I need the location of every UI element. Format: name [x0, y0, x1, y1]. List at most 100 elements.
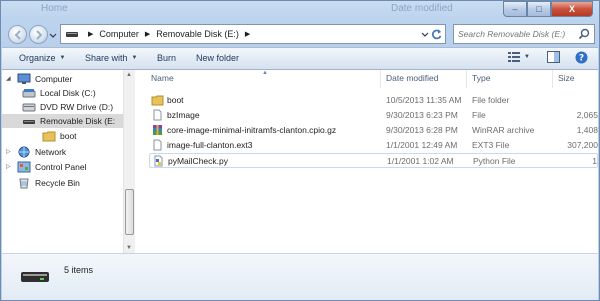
share-with-label: Share with	[85, 53, 128, 63]
nav-label: boot	[60, 131, 77, 141]
address-dropdown-icon[interactable]	[421, 30, 429, 38]
file-icon	[153, 109, 162, 121]
nav-label: Computer	[35, 74, 73, 84]
maximize-button[interactable]: □	[527, 1, 551, 17]
nav-item-local-disk[interactable]: Local Disk (C:)	[22, 86, 96, 100]
explorer-window: Home Date modified – □ X ▶ Computer ▶ Re…	[0, 0, 600, 301]
nav-label: Removable Disk (E:	[40, 116, 116, 126]
search-icon[interactable]	[578, 28, 590, 40]
nav-item-dvd-drive[interactable]: DVD RW Drive (D:)	[22, 100, 113, 114]
file-size: 307,200	[567, 140, 598, 150]
organize-label: Organize	[19, 53, 56, 63]
scrollbar-thumb[interactable]	[125, 189, 134, 235]
column-header-size[interactable]: Size	[558, 73, 575, 83]
column-divider[interactable]	[552, 70, 553, 88]
file-name: boot	[167, 95, 184, 105]
file-name: core-image-minimal-initramfs-clanton.cpi…	[167, 125, 337, 135]
column-header-name[interactable]: Name	[151, 73, 174, 83]
file-date: 10/5/2013 11:35 AM	[386, 95, 462, 105]
nav-label: Control Panel	[35, 162, 87, 172]
file-name: bzImage	[167, 110, 200, 120]
change-view-button[interactable]: ▼	[507, 51, 530, 63]
background-title-right: Date modified	[391, 3, 453, 14]
file-row[interactable]: bzImage 9/30/2013 6:23 PM File 2,065	[149, 108, 598, 123]
preview-pane-icon	[547, 51, 560, 63]
file-row[interactable]: boot 10/5/2013 11:35 AM File folder	[149, 93, 598, 108]
file-size: 1	[592, 156, 597, 166]
file-type: File	[472, 110, 486, 120]
sort-ascending-icon: ▲	[262, 70, 268, 76]
folder-icon	[151, 95, 164, 106]
view-dropdown-arrow-icon: ▼	[524, 54, 530, 60]
forward-button[interactable]	[29, 25, 48, 44]
file-date: 1/1/2001 12:49 AM	[386, 140, 458, 150]
new-folder-button[interactable]: New folder	[196, 53, 239, 63]
organize-button[interactable]: Organize ▼	[19, 53, 65, 63]
nav-item-computer[interactable]: ◢ Computer	[6, 72, 72, 86]
breadcrumb-chevron-icon[interactable]: ▶	[145, 30, 150, 38]
navigation-pane[interactable]: ◢ Computer Local Disk (C:) DVD RW Drive …	[2, 70, 123, 253]
dropdown-arrow-icon: ▼	[59, 55, 66, 61]
nav-item-recycle-bin[interactable]: Recycle Bin	[6, 176, 80, 190]
details-pane: 5 items	[2, 253, 598, 300]
item-count: 5 items	[64, 265, 94, 275]
file-list[interactable]: ▲ Name Date modified Type Size boot 10/5…	[136, 70, 598, 253]
recent-pages-chevron-icon[interactable]	[49, 30, 57, 40]
breadcrumb-removable-disk[interactable]: Removable Disk (E:)	[155, 29, 240, 39]
search-input[interactable]	[458, 29, 578, 39]
preview-pane-button[interactable]	[547, 51, 560, 63]
hard-drive-icon	[22, 87, 36, 99]
file-date: 9/30/2013 6:23 PM	[386, 110, 458, 120]
view-list-icon	[508, 52, 520, 62]
file-name: pyMailCheck.py	[168, 156, 228, 166]
nav-item-control-panel[interactable]: ▷ Control Panel	[6, 160, 87, 174]
winrar-icon	[153, 125, 162, 135]
content-area: ◢ Computer Local Disk (C:) DVD RW Drive …	[2, 70, 598, 253]
expand-arrow-icon[interactable]: ▷	[6, 148, 11, 155]
file-size: 1,408	[576, 125, 598, 135]
column-header-date-modified[interactable]: Date modified	[386, 73, 438, 83]
minimize-button[interactable]: –	[503, 1, 527, 17]
refresh-icon[interactable]	[430, 28, 443, 41]
collapse-arrow-icon[interactable]: ◢	[6, 75, 11, 82]
help-button[interactable]: ?	[575, 51, 588, 64]
scroll-down-icon[interactable]: ▼	[126, 245, 132, 251]
navigation-scrollbar[interactable]: ▲ ▼	[123, 70, 135, 253]
nav-label: DVD RW Drive (D:)	[40, 102, 114, 112]
file-icon	[153, 139, 162, 151]
back-arrow-icon	[14, 30, 21, 40]
python-file-icon	[154, 155, 163, 167]
address-bar[interactable]: ▶ Computer ▶ Removable Disk (E:) ▶	[60, 24, 446, 44]
burn-label: Burn	[157, 53, 177, 63]
nav-item-boot[interactable]: boot	[42, 129, 77, 143]
file-row[interactable]: core-image-minimal-initramfs-clanton.cpi…	[149, 123, 598, 138]
removable-disk-icon	[22, 115, 36, 127]
file-row[interactable]: image-full-clanton.ext3 1/1/2001 12:49 A…	[149, 138, 598, 153]
close-button[interactable]: X	[551, 1, 593, 17]
burn-button[interactable]: Burn	[157, 53, 176, 63]
file-date: 1/1/2001 1:02 AM	[387, 156, 454, 166]
breadcrumb-computer[interactable]: Computer	[98, 29, 140, 39]
file-size: 2,065	[576, 110, 598, 120]
nav-item-network[interactable]: ▷ Network	[6, 145, 66, 159]
breadcrumb-chevron-icon[interactable]: ▶	[245, 30, 250, 38]
drive-location-icon	[61, 25, 83, 43]
scroll-up-icon[interactable]: ▲	[126, 72, 132, 78]
expand-arrow-icon[interactable]: ▷	[6, 163, 11, 170]
caption-buttons: – □ X	[503, 1, 593, 17]
column-divider[interactable]	[466, 70, 467, 88]
file-row[interactable]: pyMailCheck.py 1/1/2001 1:02 AM Python F…	[149, 153, 598, 168]
dvd-drive-icon	[22, 101, 36, 113]
back-button[interactable]	[8, 25, 27, 44]
network-icon	[17, 146, 31, 158]
breadcrumb-chevron-icon[interactable]: ▶	[88, 30, 93, 38]
nav-label: Local Disk (C:)	[40, 88, 96, 98]
background-title-left: Home	[41, 3, 68, 14]
column-header-type[interactable]: Type	[472, 73, 490, 83]
search-box[interactable]	[453, 24, 595, 44]
help-icon: ?	[575, 51, 588, 64]
control-panel-icon	[17, 161, 31, 173]
column-divider[interactable]	[380, 70, 381, 88]
share-with-button[interactable]: Share with ▼	[85, 53, 137, 63]
nav-item-removable-disk[interactable]: Removable Disk (E:	[2, 114, 123, 128]
